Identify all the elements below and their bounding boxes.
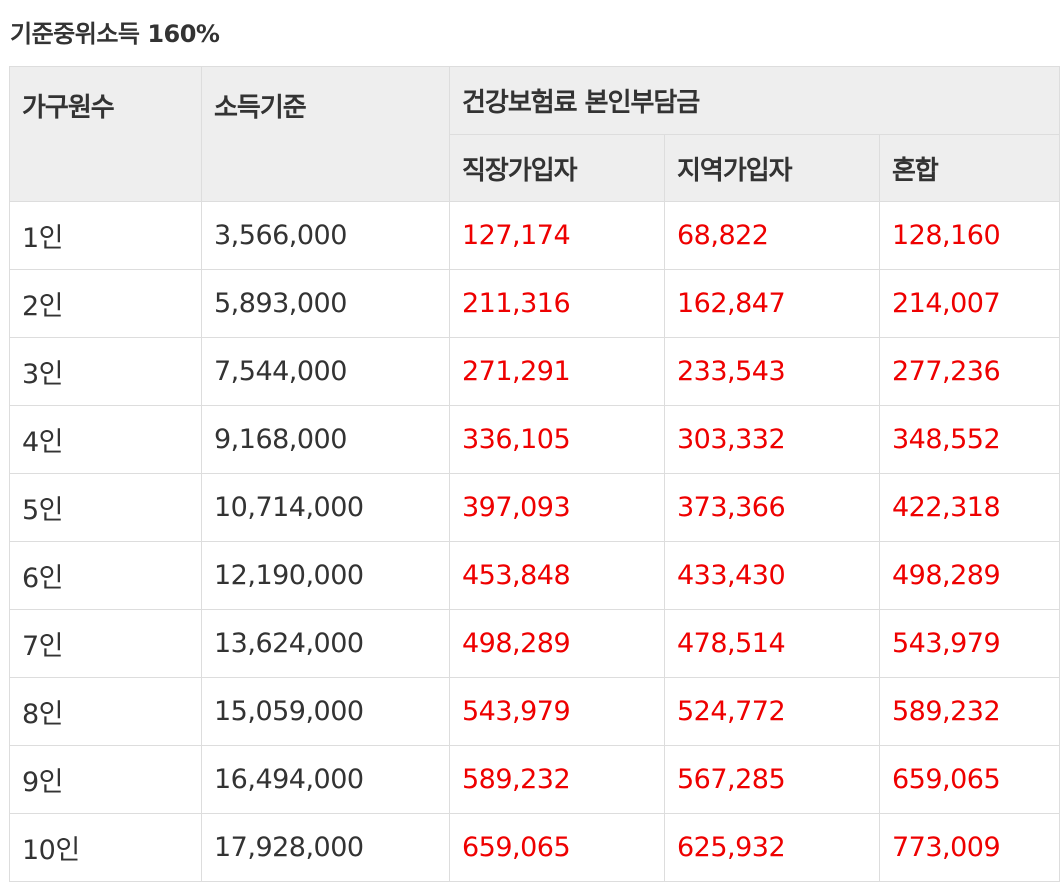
cell-employee: 543,979: [449, 677, 665, 746]
table-row: 6인 12,190,000 453,848 433,430 498,289: [9, 541, 1060, 610]
premium-table-container: 가구원수 소득기준 건강보험료 본인부담금 직장가입자 지역가입자 혼합 1인 …: [9, 66, 1060, 882]
cell-regional: 233,543: [664, 337, 880, 406]
cell-regional: 625,932: [664, 813, 880, 882]
header-regional: 지역가입자: [664, 134, 880, 202]
cell-household: 5인: [9, 473, 202, 542]
cell-mixed: 543,979: [879, 609, 1060, 678]
cell-mixed: 422,318: [879, 473, 1060, 542]
header-household: 가구원수: [9, 66, 202, 202]
cell-regional: 478,514: [664, 609, 880, 678]
header-income: 소득기준: [201, 66, 450, 202]
cell-mixed: 659,065: [879, 745, 1060, 814]
cell-regional: 524,772: [664, 677, 880, 746]
cell-regional: 567,285: [664, 745, 880, 814]
cell-household: 4인: [9, 405, 202, 474]
cell-household: 3인: [9, 337, 202, 406]
cell-household: 2인: [9, 269, 202, 338]
table-row: 2인 5,893,000 211,316 162,847 214,007: [9, 269, 1060, 338]
table-row: 5인 10,714,000 397,093 373,366 422,318: [9, 473, 1060, 542]
cell-employee: 397,093: [449, 473, 665, 542]
cell-regional: 433,430: [664, 541, 880, 610]
cell-mixed: 128,160: [879, 201, 1060, 270]
cell-income: 12,190,000: [201, 541, 450, 610]
table-row: 8인 15,059,000 543,979 524,772 589,232: [9, 677, 1060, 746]
cell-employee: 659,065: [449, 813, 665, 882]
cell-regional: 68,822: [664, 201, 880, 270]
cell-income: 3,566,000: [201, 201, 450, 270]
cell-income: 17,928,000: [201, 813, 450, 882]
table-row: 4인 9,168,000 336,105 303,332 348,552: [9, 405, 1060, 474]
cell-income: 15,059,000: [201, 677, 450, 746]
cell-employee: 498,289: [449, 609, 665, 678]
cell-household: 8인: [9, 677, 202, 746]
cell-household: 6인: [9, 541, 202, 610]
header-employee: 직장가입자: [449, 134, 665, 202]
cell-household: 9인: [9, 745, 202, 814]
cell-employee: 589,232: [449, 745, 665, 814]
cell-income: 9,168,000: [201, 405, 450, 474]
cell-mixed: 277,236: [879, 337, 1060, 406]
cell-mixed: 773,009: [879, 813, 1060, 882]
page-title: 기준중위소득 160%: [10, 20, 220, 48]
table-row: 10인 17,928,000 659,065 625,932 773,009: [9, 813, 1060, 882]
cell-household: 7인: [9, 609, 202, 678]
cell-income: 7,544,000: [201, 337, 450, 406]
cell-employee: 127,174: [449, 201, 665, 270]
cell-mixed: 214,007: [879, 269, 1060, 338]
table-row: 3인 7,544,000 271,291 233,543 277,236: [9, 337, 1060, 406]
header-mixed: 혼합: [879, 134, 1060, 202]
cell-mixed: 498,289: [879, 541, 1060, 610]
cell-income: 10,714,000: [201, 473, 450, 542]
cell-employee: 211,316: [449, 269, 665, 338]
cell-income: 13,624,000: [201, 609, 450, 678]
table-row: 7인 13,624,000 498,289 478,514 543,979: [9, 609, 1060, 678]
cell-employee: 336,105: [449, 405, 665, 474]
cell-regional: 162,847: [664, 269, 880, 338]
cell-mixed: 589,232: [879, 677, 1060, 746]
cell-employee: 271,291: [449, 337, 665, 406]
cell-household: 1인: [9, 201, 202, 270]
premium-table: 가구원수 소득기준 건강보험료 본인부담금 직장가입자 지역가입자 혼합 1인 …: [9, 66, 1060, 882]
cell-regional: 373,366: [664, 473, 880, 542]
cell-employee: 453,848: [449, 541, 665, 610]
table-body: 1인 3,566,000 127,174 68,822 128,160 2인 5…: [9, 201, 1060, 882]
table-row: 9인 16,494,000 589,232 567,285 659,065: [9, 745, 1060, 814]
table-row: 1인 3,566,000 127,174 68,822 128,160: [9, 201, 1060, 270]
header-row-top: 가구원수 소득기준 건강보험료 본인부담금: [9, 66, 1060, 202]
cell-regional: 303,332: [664, 405, 880, 474]
cell-household: 10인: [9, 813, 202, 882]
table-header: 가구원수 소득기준 건강보험료 본인부담금 직장가입자 지역가입자 혼합: [9, 66, 1060, 202]
cell-income: 5,893,000: [201, 269, 450, 338]
header-premium-group: 건강보험료 본인부담금: [449, 66, 1060, 135]
cell-mixed: 348,552: [879, 405, 1060, 474]
cell-income: 16,494,000: [201, 745, 450, 814]
